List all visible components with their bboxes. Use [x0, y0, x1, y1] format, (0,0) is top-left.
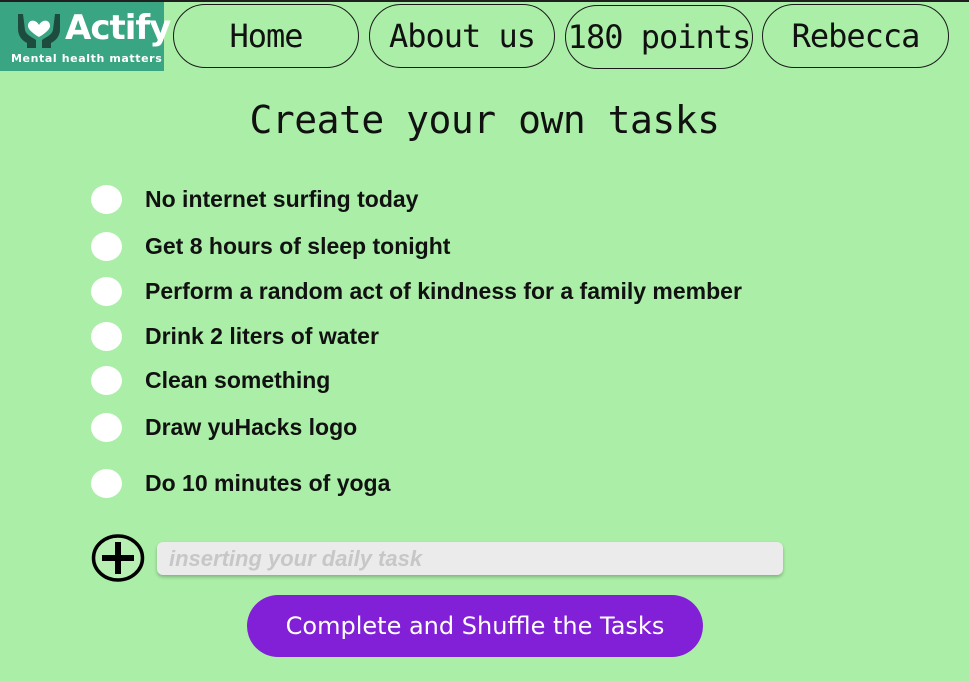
task-radio[interactable]	[91, 412, 122, 442]
nav-about-button[interactable]: About us	[369, 4, 555, 68]
task-radio[interactable]	[91, 276, 122, 306]
hands-heart-icon	[18, 14, 60, 48]
task-radio[interactable]	[91, 231, 122, 261]
brand-name: Actify	[65, 8, 171, 48]
task-radio[interactable]	[91, 468, 122, 498]
nav-home-button[interactable]: Home	[173, 4, 359, 68]
task-label: Drink 2 liters of water	[145, 322, 379, 349]
page-title: Create your own tasks	[249, 98, 720, 142]
task-radio[interactable]	[91, 365, 122, 395]
task-label: Draw yuHacks logo	[145, 413, 358, 440]
brand-tagline: Mental health matters	[11, 52, 163, 65]
task-label: Get 8 hours of sleep tonight	[145, 232, 451, 259]
brand-logo[interactable]: Actify Mental health matters	[0, 2, 171, 71]
new-task-input[interactable]	[157, 542, 783, 575]
task-item: Get 8 hours of sleep tonight	[91, 230, 450, 262]
task-item: Drink 2 liters of water	[91, 320, 379, 352]
points-button[interactable]: 180 points	[565, 5, 753, 69]
task-radio[interactable]	[91, 184, 122, 214]
task-item: No internet surfing today	[91, 183, 418, 215]
task-item: Draw yuHacks logo	[91, 411, 357, 443]
task-label: Clean something	[145, 366, 331, 393]
task-label: Do 10 minutes of yoga	[145, 469, 391, 496]
complete-shuffle-button[interactable]: Complete and Shuffle the Tasks	[247, 595, 703, 657]
plus-circle-icon[interactable]	[91, 533, 145, 583]
task-item: Clean something	[91, 364, 330, 396]
task-label: No internet surfing today	[145, 185, 419, 212]
task-radio[interactable]	[91, 321, 122, 351]
task-label: Perform a random act of kindness for a f…	[145, 277, 742, 304]
user-profile-button[interactable]: Rebecca	[762, 4, 949, 68]
task-item: Perform a random act of kindness for a f…	[91, 275, 742, 307]
task-item: Do 10 minutes of yoga	[91, 467, 390, 499]
